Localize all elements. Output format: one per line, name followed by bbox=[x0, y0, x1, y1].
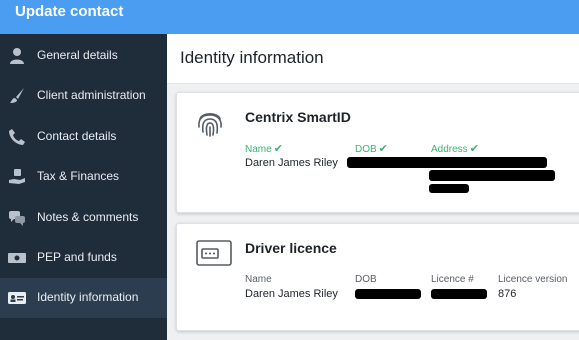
card-title: Driver licence bbox=[245, 240, 337, 256]
sidebar-item-label: General details bbox=[37, 48, 118, 62]
dob-value bbox=[347, 157, 547, 168]
licence-number-label: Licence # bbox=[431, 274, 474, 285]
check-icon: ✔ bbox=[273, 143, 283, 155]
sidebar-item-label: Contact details bbox=[37, 129, 117, 143]
cash-icon bbox=[8, 253, 26, 263]
dob-value bbox=[355, 289, 421, 299]
chat-bubbles-icon bbox=[9, 211, 25, 226]
licence-number-value bbox=[431, 289, 487, 299]
sidebar-item-pep-funds[interactable]: PEP and funds bbox=[0, 238, 167, 278]
brush-icon bbox=[10, 88, 24, 103]
sidebar-item-notes-comments[interactable]: Notes & comments bbox=[0, 198, 167, 238]
sidebar-item-tax-finances[interactable]: Tax & Finances bbox=[0, 157, 167, 197]
name-label: Name ✔ bbox=[245, 143, 283, 155]
app-header: Update contact bbox=[0, 0, 579, 34]
page-title: Identity information bbox=[180, 48, 324, 67]
sidebar-item-label: PEP and funds bbox=[37, 250, 117, 264]
fingerprint-icon bbox=[198, 112, 222, 137]
sidebar: General details Client administration Co… bbox=[0, 34, 167, 340]
sidebar-item-label: Identity information bbox=[37, 290, 139, 304]
address-value-line-2 bbox=[429, 184, 469, 193]
dob-label: DOB ✔ bbox=[355, 143, 388, 155]
card-title: Centrix SmartID bbox=[245, 109, 351, 125]
address-label: Address ✔ bbox=[431, 143, 479, 155]
licence-card-icon bbox=[196, 240, 232, 266]
sidebar-item-identity-information[interactable]: Identity information bbox=[0, 278, 167, 318]
address-value bbox=[429, 170, 555, 181]
sidebar-item-contact-details[interactable]: Contact details bbox=[0, 117, 167, 157]
sidebar-item-general-details[interactable]: General details bbox=[0, 36, 167, 76]
licence-version-label: Licence version bbox=[498, 274, 568, 285]
main-content: Identity information Centrix SmartID Nam… bbox=[167, 34, 579, 340]
centrix-smartid-card: Centrix SmartID Name ✔ DOB ✔ Address ✔ Dare… bbox=[176, 92, 579, 213]
check-icon: ✔ bbox=[469, 143, 479, 155]
sidebar-item-label: Client administration bbox=[37, 88, 146, 102]
sidebar-item-client-administration[interactable]: Client administration bbox=[0, 76, 167, 116]
id-card-icon bbox=[8, 292, 26, 304]
name-label: Name bbox=[245, 274, 272, 285]
page-header: Identity information bbox=[167, 34, 579, 84]
person-icon bbox=[10, 48, 24, 64]
check-icon: ✔ bbox=[378, 143, 388, 155]
sidebar-item-label: Tax & Finances bbox=[37, 169, 120, 183]
licence-version-value: 876 bbox=[498, 288, 517, 300]
dob-label: DOB bbox=[355, 274, 377, 285]
hand-money-icon bbox=[9, 169, 25, 184]
driver-licence-card: Driver licence Name DOB Licence # Licenc… bbox=[176, 223, 579, 331]
sidebar-item-label: Notes & comments bbox=[37, 210, 139, 224]
name-value: Daren James Riley bbox=[245, 157, 338, 169]
phone-icon bbox=[9, 129, 25, 145]
name-value: Daren James Riley bbox=[245, 288, 338, 300]
app-title: Update contact bbox=[15, 3, 124, 20]
